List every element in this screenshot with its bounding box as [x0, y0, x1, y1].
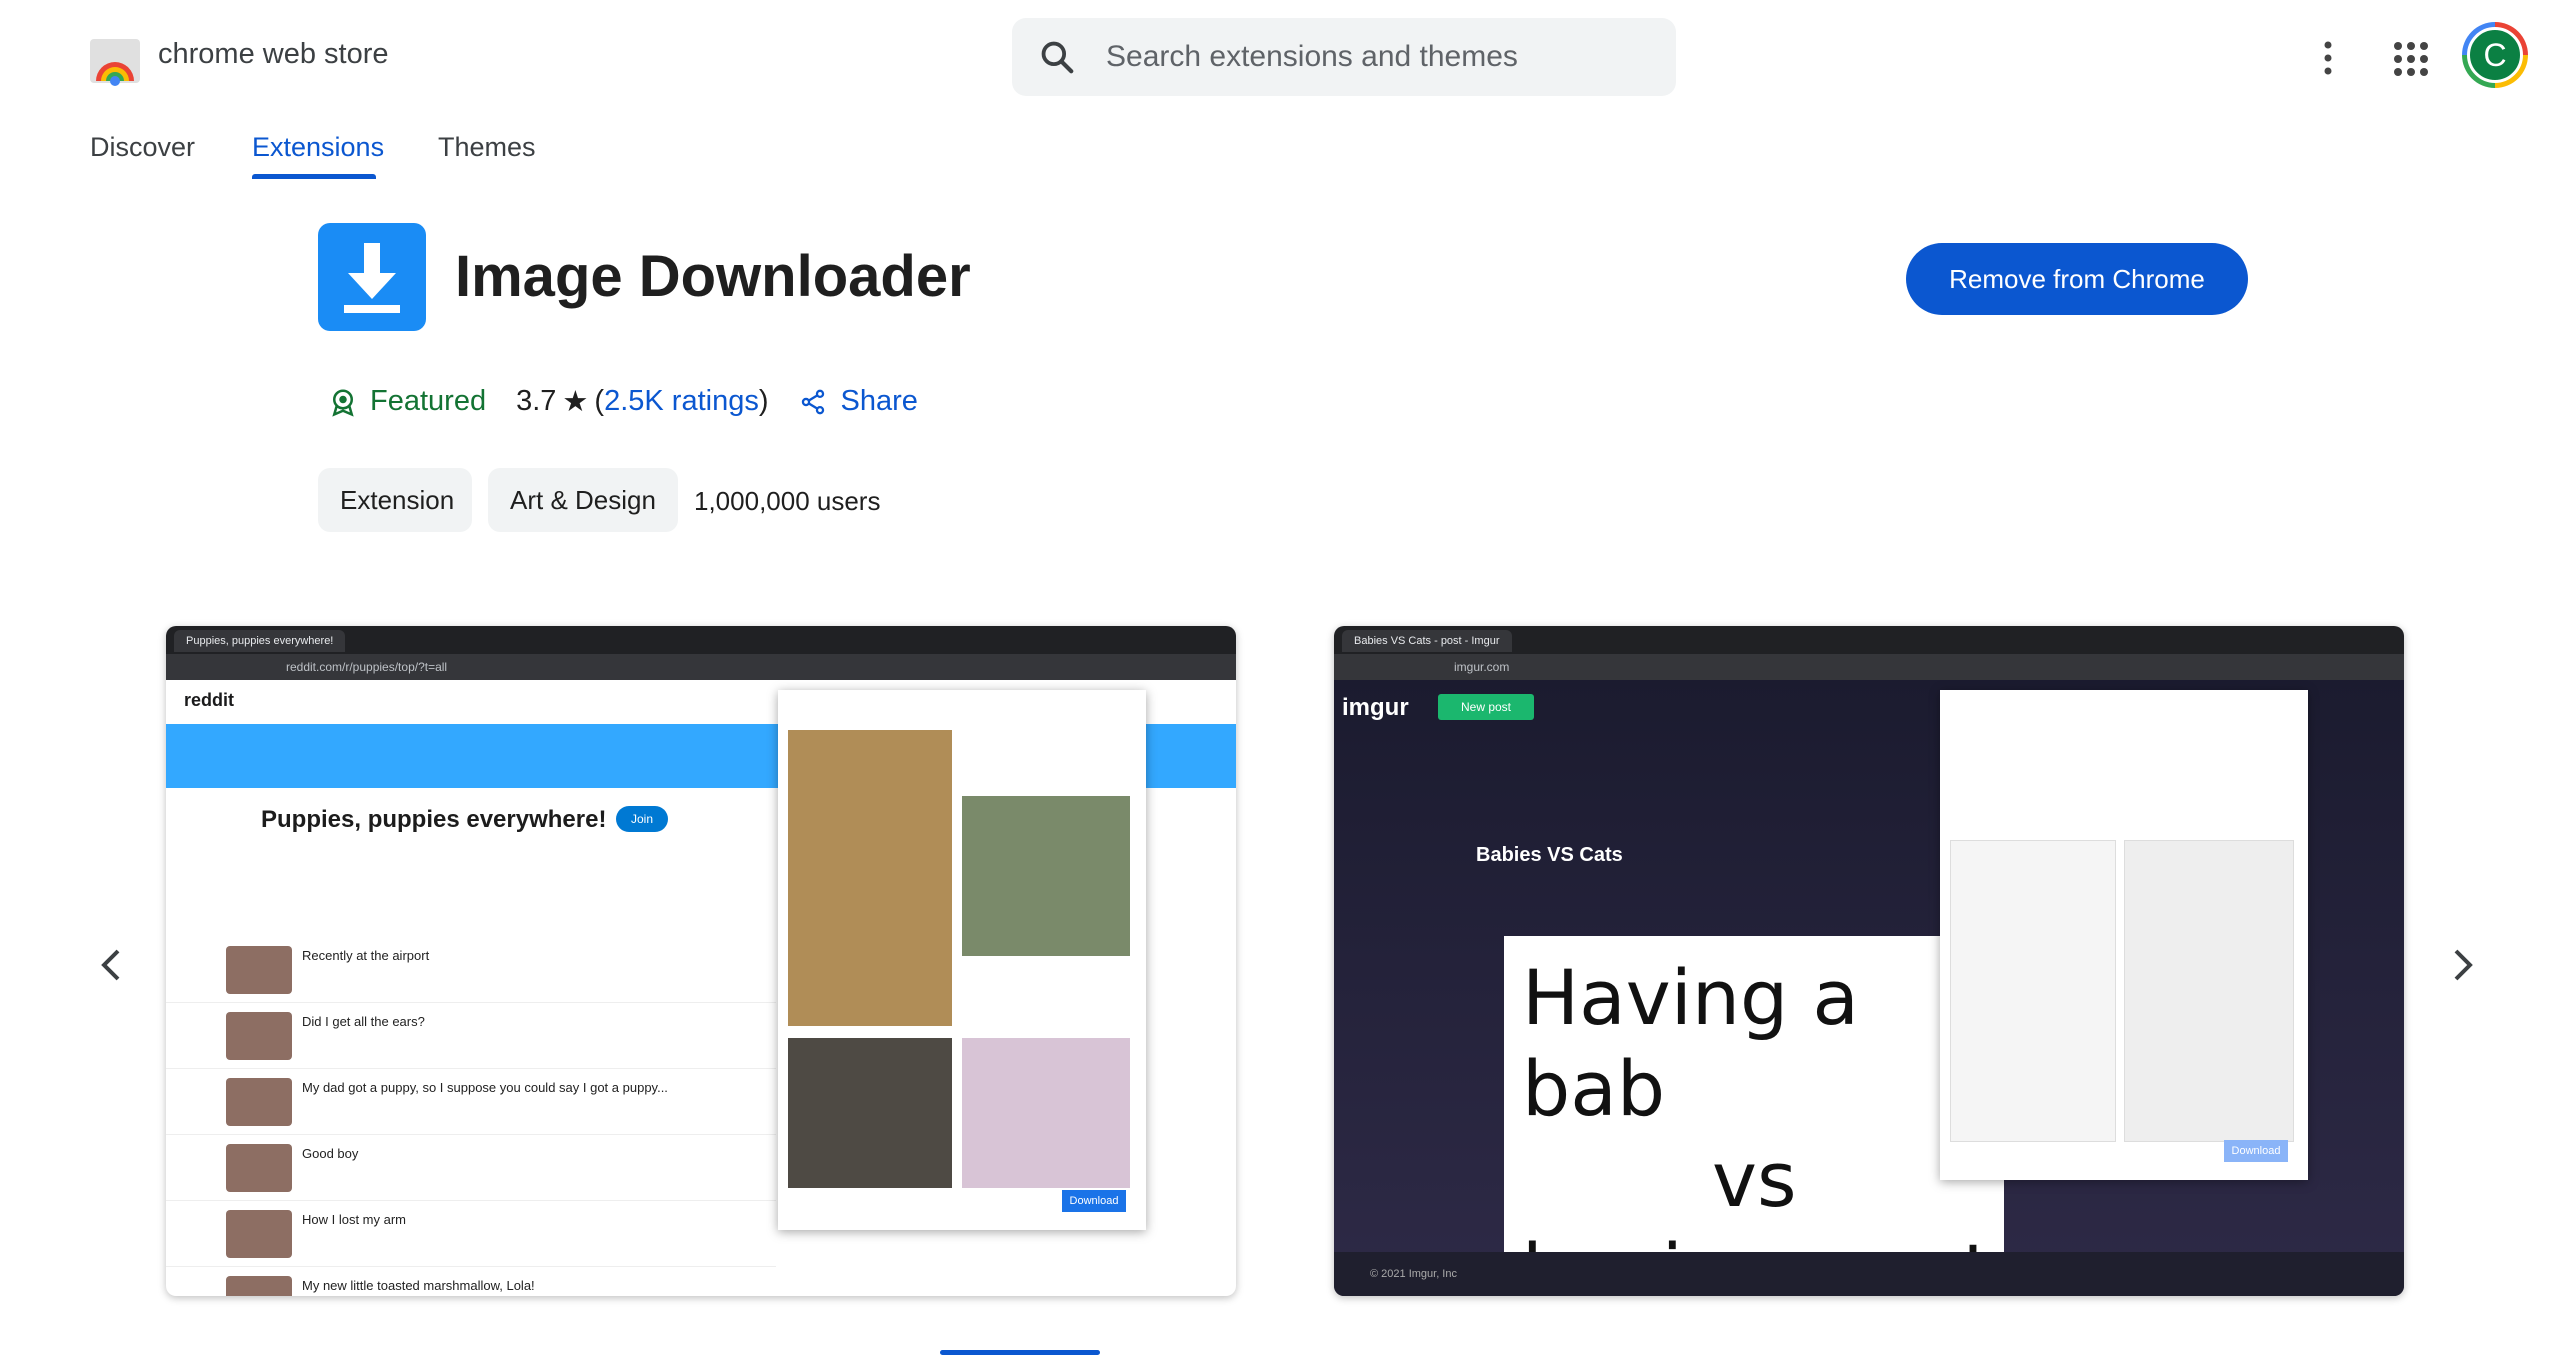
list-item: Good boy [166, 1136, 776, 1201]
carousel-indicator [940, 1350, 1100, 1355]
join-button: Join [616, 806, 668, 832]
remove-from-chrome-button[interactable]: Remove from Chrome [1906, 243, 2248, 315]
post-title: Babies VS Cats [1476, 844, 1623, 866]
user-count: 1,000,000 users [694, 486, 881, 516]
subreddit-title: Puppies, puppies everywhere! [261, 806, 607, 833]
post-thumbnail [226, 1276, 292, 1296]
post-thumbnail [226, 946, 292, 994]
more-options-icon[interactable] [2318, 38, 2338, 78]
share-icon [801, 389, 824, 414]
star-icon: ★ [562, 386, 589, 418]
browser-tabstrip: Babies VS Cats - post - Imgur [1334, 626, 2404, 654]
reddit-logo: reddit [184, 690, 235, 710]
post-title: My dad got a puppy, so I suppose you cou… [302, 1080, 668, 1095]
account-avatar[interactable]: C [2462, 22, 2528, 88]
rating-value: 3.7 [516, 385, 557, 417]
dog-image [962, 796, 1130, 956]
featured-badge-icon [332, 389, 354, 417]
comic-line: Having a bab [1522, 953, 1859, 1134]
browser-tab: Puppies, puppies everywhere! [174, 630, 346, 652]
url-text: reddit.com/r/puppies/top/?t=all [286, 660, 448, 674]
paren-open: ( [594, 385, 605, 417]
store-name[interactable]: chrome web store [158, 38, 389, 71]
chrome-web-store-logo[interactable] [88, 33, 142, 87]
comic-thumb [1950, 840, 2116, 1142]
screenshot-imgur[interactable]: Babies VS Cats - post - Imgur imgur.com … [1334, 626, 2404, 1296]
url-text: imgur.com [1454, 660, 1510, 674]
screenshot-reddit[interactable]: Puppies, puppies everywhere! reddit.com/… [166, 626, 1236, 1296]
share-button[interactable]: Share [799, 385, 918, 418]
list-item: Did I get all the ears? [166, 1004, 776, 1069]
download-icon [344, 243, 400, 313]
popup-download-button: Download [1062, 1190, 1126, 1212]
list-item: My new little toasted marshmallow, Lola! [166, 1268, 776, 1296]
imgur-page: imgur New post Babies VS Cats Having a b… [1334, 680, 2404, 1296]
post-title: How I lost my arm [302, 1212, 407, 1227]
dog-image [788, 1038, 952, 1188]
paren-close: ) [758, 385, 769, 417]
image-downloader-popup: Download [778, 690, 1146, 1230]
comic-image: Having a bab vs having a cat [1504, 936, 2004, 1296]
post-title: Did I get all the ears? [302, 1014, 425, 1029]
browser-tabstrip: Puppies, puppies everywhere! [166, 626, 1236, 654]
post-thumbnail [226, 1012, 292, 1060]
tab-themes[interactable]: Themes [438, 132, 536, 163]
browser-url-bar: reddit.com/r/puppies/top/?t=all [166, 654, 1236, 680]
new-post-button: New post [1438, 694, 1534, 720]
dog-image [788, 730, 952, 1026]
search-bar[interactable]: Search extensions and themes [1012, 18, 1676, 96]
tab-discover[interactable]: Discover [90, 132, 195, 163]
active-tab-indicator [252, 174, 376, 179]
google-apps-icon[interactable] [2392, 40, 2430, 78]
extension-title: Image Downloader [455, 244, 971, 309]
chip-art-design[interactable]: Art & Design [488, 468, 678, 532]
popup-download-button: Download [2224, 1140, 2288, 1162]
avatar-letter: C [2467, 27, 2523, 83]
ratings-link[interactable]: 2.5K ratings [604, 385, 759, 418]
carousel-prev-icon[interactable] [96, 945, 126, 985]
post-title: Recently at the airport [302, 948, 430, 963]
comic-caption: Having a bab vs having a cat [1522, 952, 2004, 1296]
post-thumbnail [226, 1210, 292, 1258]
extension-icon [318, 223, 426, 331]
extension-meta: Featured 3.7 ★ (2.5K ratings) Share [328, 384, 918, 419]
browser-tab: Babies VS Cats - post - Imgur [1342, 630, 1512, 652]
featured-label[interactable]: Featured [370, 385, 486, 418]
chip-extension[interactable]: Extension [318, 468, 472, 532]
browser-url-bar: imgur.com [1334, 654, 2404, 680]
post-title: My new little toasted marshmallow, Lola! [302, 1278, 535, 1293]
share-label: Share [840, 385, 918, 417]
post-title: Good boy [302, 1146, 359, 1161]
list-item: How I lost my arm [166, 1202, 776, 1267]
list-item: My dad got a puppy, so I suppose you cou… [166, 1070, 776, 1135]
search-icon [1041, 41, 1074, 74]
comic-line: vs [1712, 1135, 1797, 1225]
post-thumbnail [226, 1144, 292, 1192]
image-downloader-popup: Download [1940, 690, 2308, 1180]
tab-extensions[interactable]: Extensions [252, 132, 384, 163]
imgur-footer: © 2021 Imgur, Inc [1334, 1252, 2404, 1296]
comic-thumb [2124, 840, 2294, 1142]
imgur-logo: imgur [1342, 694, 1409, 721]
carousel-next-icon[interactable] [2448, 945, 2478, 985]
dog-image [962, 1038, 1130, 1188]
post-thumbnail [226, 1078, 292, 1126]
search-input[interactable]: Search extensions and themes [1106, 40, 1518, 74]
list-item: Recently at the airport [166, 938, 776, 1003]
